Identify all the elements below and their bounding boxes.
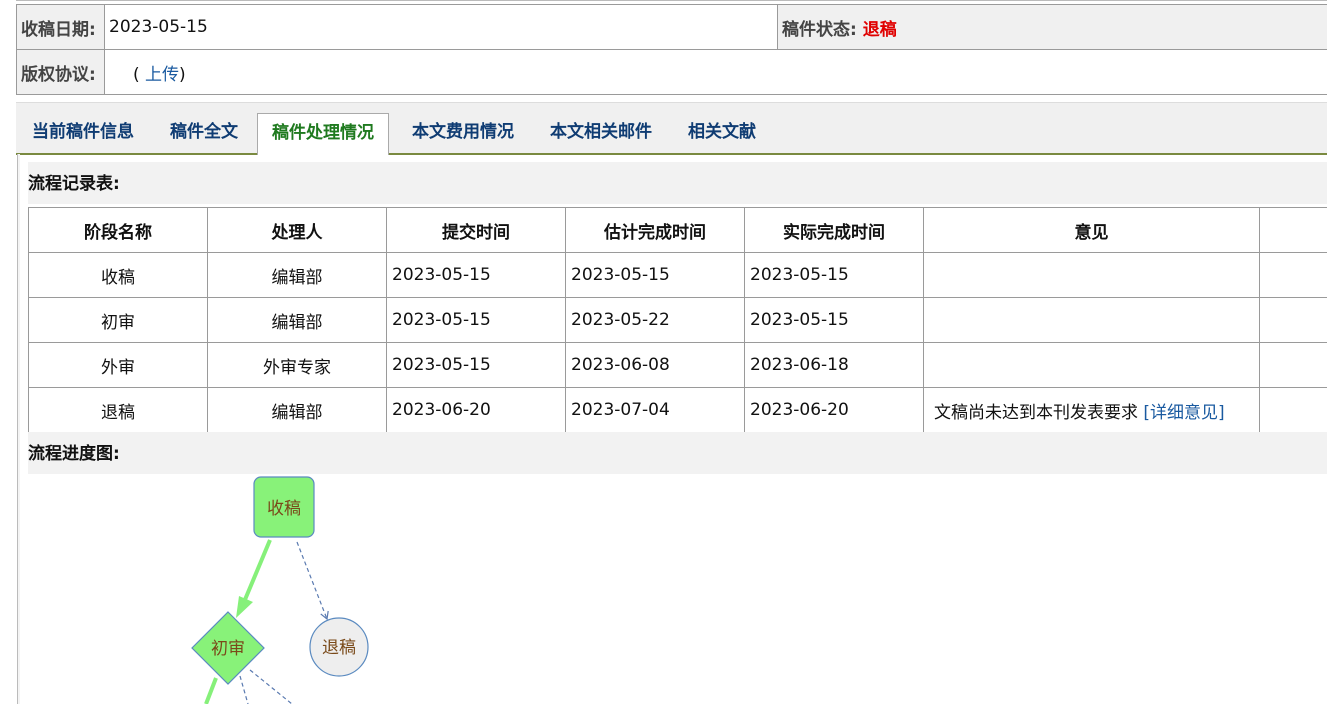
tab-fees[interactable]: 本文费用情况 [412, 113, 514, 151]
cell-extra [1259, 387, 1327, 433]
tab-related-literature[interactable]: 相关文献 [688, 113, 756, 151]
flow-record-table: 阶段名称 处理人 提交时间 估计完成时间 实际完成时间 意见 收稿 编辑部 20… [28, 207, 1327, 433]
arrow-first-review-dashed-2 [249, 669, 293, 704]
cell-handler: 编辑部 [207, 252, 387, 298]
copyright-label: 版权协议: [16, 49, 105, 95]
header-submit-time: 提交时间 [386, 207, 566, 253]
cell-stage: 外审 [28, 342, 208, 388]
flow-record-title: 流程记录表: [28, 162, 1327, 204]
manuscript-info-table: 收稿日期: 2023-05-15 稿件状态: 退稿 版权协议: ( 上传) [16, 4, 1327, 95]
copyright-value: ( 上传) [104, 49, 1327, 95]
tab-current-info[interactable]: 当前稿件信息 [32, 113, 134, 151]
header-handler: 处理人 [207, 207, 387, 253]
cell-extra [1259, 297, 1327, 343]
cell-opinion: 文稿尚未达到本刊发表要求 [详细意见] [923, 387, 1260, 433]
node-receive-label: 收稿 [267, 499, 301, 519]
cell-opinion [923, 252, 1260, 298]
tab-full-text[interactable]: 稿件全文 [170, 113, 238, 151]
tab-bar: 当前稿件信息 稿件全文 稿件处理情况 本文费用情况 本文相关邮件 相关文献 [16, 102, 1327, 155]
copyright-prefix: ( [133, 64, 140, 85]
header-actual-time: 实际完成时间 [744, 207, 924, 253]
cell-estimated: 2023-05-15 [565, 252, 745, 298]
arrow-receive-to-first-review [236, 539, 272, 618]
upload-link[interactable]: 上传 [145, 65, 179, 85]
flow-table-header: 阶段名称 处理人 提交时间 估计完成时间 实际完成时间 意见 [28, 207, 1327, 253]
opinion-text: 文稿尚未达到本刊发表要求 [934, 402, 1138, 423]
node-first-review-label: 初审 [211, 639, 245, 659]
header-estimated-time: 估计完成时间 [565, 207, 745, 253]
cell-submit: 2023-06-20 [386, 387, 566, 433]
cell-opinion [923, 297, 1260, 343]
cell-handler: 编辑部 [207, 297, 387, 343]
cell-submit: 2023-05-15 [386, 297, 566, 343]
tab-processing-status[interactable]: 稿件处理情况 [257, 113, 389, 155]
receive-date-row: 收稿日期: 2023-05-15 稿件状态: 退稿 [16, 4, 1327, 50]
node-first-review: 初审 [191, 611, 265, 685]
node-reject: 退稿 [309, 617, 369, 677]
cell-handler: 编辑部 [207, 387, 387, 433]
cell-stage: 退稿 [28, 387, 208, 433]
receive-date-label: 收稿日期: [16, 4, 105, 50]
cell-estimated: 2023-06-08 [565, 342, 745, 388]
copyright-row: 版权协议: ( 上传) [16, 49, 1327, 95]
node-reject-label: 退稿 [322, 638, 356, 658]
cell-submit: 2023-05-15 [386, 252, 566, 298]
header-opinion: 意见 [923, 207, 1260, 253]
arrow-first-review-down [204, 677, 218, 704]
header-stage: 阶段名称 [28, 207, 208, 253]
cell-actual: 2023-06-18 [744, 342, 924, 388]
cell-estimated: 2023-05-22 [565, 297, 745, 343]
cell-submit: 2023-05-15 [386, 342, 566, 388]
cell-extra [1259, 342, 1327, 388]
header-extra [1259, 207, 1327, 253]
status-label: 稿件状态: [782, 19, 857, 40]
table-row: 收稿 编辑部 2023-05-15 2023-05-15 2023-05-15 [28, 252, 1327, 298]
receive-date-value: 2023-05-15 [104, 4, 778, 50]
flow-chart-title: 流程进度图: [28, 432, 1327, 474]
node-receive: 收稿 [253, 476, 315, 538]
arrow-receive-to-reject [296, 541, 329, 621]
cell-extra [1259, 252, 1327, 298]
status-value: 退稿 [862, 19, 897, 40]
cell-actual: 2023-06-20 [744, 387, 924, 433]
cell-stage: 收稿 [28, 252, 208, 298]
status-cell: 稿件状态: 退稿 [777, 4, 1327, 50]
table-row: 初审 编辑部 2023-05-15 2023-05-22 2023-05-15 [28, 297, 1327, 343]
table-row: 外审 外审专家 2023-05-15 2023-06-08 2023-06-18 [28, 342, 1327, 388]
copyright-suffix: ) [179, 64, 186, 85]
detail-opinion-link[interactable]: [详细意见] [1143, 403, 1224, 423]
content-left-border [17, 154, 20, 704]
cell-actual: 2023-05-15 [744, 252, 924, 298]
cell-stage: 初审 [28, 297, 208, 343]
cell-estimated: 2023-07-04 [565, 387, 745, 433]
tab-related-emails[interactable]: 本文相关邮件 [550, 113, 652, 151]
cell-actual: 2023-05-15 [744, 297, 924, 343]
cell-handler: 外审专家 [207, 342, 387, 388]
cell-opinion [923, 342, 1260, 388]
arrow-first-review-dashed-1 [239, 675, 249, 704]
table-row: 退稿 编辑部 2023-06-20 2023-07-04 2023-06-20 … [28, 387, 1327, 433]
